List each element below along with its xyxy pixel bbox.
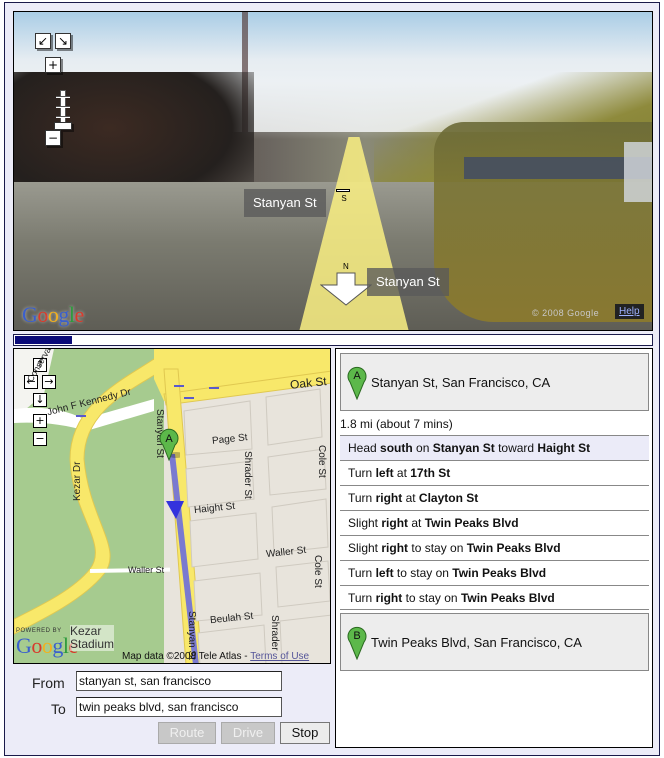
map-label-waller-park: Waller St [128,565,165,575]
direction-step[interactable]: Slight right to stay on Twin Peaks Blvd [340,535,649,560]
from-input[interactable] [76,671,282,691]
step-emphasis: south [380,441,413,455]
step-emphasis: Twin Peaks Blvd [460,591,555,605]
step-text: Turn [348,591,376,605]
step-emphasis: left [375,566,394,580]
map-label-cole-bottom: Cole St [312,555,323,588]
map-marker-a-icon[interactable]: A [158,427,180,461]
street-view-panorama[interactable]: ↙ ↘ + − Stanyan St S N Stanyan St Google… [13,11,653,331]
map-google-logo: Google [16,633,78,658]
direction-step[interactable]: Slight right at Twin Peaks Blvd [340,510,649,535]
compass-marker-icon [336,189,350,192]
pan-down-button[interactable]: ↓ [33,393,47,407]
step-emphasis: Haight St [537,441,591,455]
direction-step[interactable]: Head south on Stanyan St toward Haight S… [340,435,649,460]
pano-bus [434,122,652,322]
step-emphasis: 17th St [410,466,451,480]
step-emphasis: Clayton St [418,491,479,505]
step-text: Slight [348,516,382,530]
map-attribution: Map data ©2008 Tele Atlas - Terms of Use [122,651,309,662]
navigate-arrow-icon[interactable] [320,272,372,306]
google-logo: Google [22,302,84,327]
map-label-shrader-bottom: Shrader [269,615,280,651]
map-zoom-out-button[interactable]: − [33,432,47,446]
route-progress-fill [15,336,72,344]
rotate-right-icon: ↘ [57,34,69,48]
from-label: From [32,675,65,691]
rotate-right-button[interactable]: ↘ [55,33,71,49]
help-link[interactable]: Help [615,304,644,319]
svg-text:A: A [165,433,173,445]
end-location[interactable]: B Twin Peaks Blvd, San Francisco, CA [340,613,649,671]
direction-step[interactable]: Turn right at Clayton St [340,485,649,510]
pano-bus-window [624,142,652,202]
sv-zoom-tick [56,106,70,108]
rotate-left-icon: ↙ [37,34,49,48]
direction-step[interactable]: Turn left at 17th St [340,460,649,485]
map-canvas [14,349,330,663]
route-map[interactable]: ↑ ← → ↓ + − Conservatory Oak St John F K… [13,348,331,664]
marker-a-icon: A [347,366,367,400]
step-text: Turn [348,566,376,580]
drive-button[interactable]: Drive [221,722,275,744]
step-text: Head [348,441,381,455]
compass-south-label: S [341,194,347,203]
step-text: to stay on [408,541,467,555]
map-label-cole-top: Cole St [316,445,327,478]
step-emphasis: Twin Peaks Blvd [424,516,519,530]
step-text: to stay on [402,591,461,605]
step-emphasis: left [375,466,394,480]
step-emphasis: right [375,591,403,605]
svg-text:B: B [353,630,360,642]
marker-b-icon: B [347,626,367,660]
end-address: Twin Peaks Blvd, San Francisco, CA [371,635,582,650]
step-emphasis: right [381,541,409,555]
rotate-left-button[interactable]: ↙ [35,33,51,49]
step-emphasis: Twin Peaks Blvd [452,566,547,580]
route-button[interactable]: Route [158,722,216,744]
map-zoom-in-button[interactable]: + [33,414,47,428]
pano-copyright: © 2008 Google [532,308,600,318]
stop-button[interactable]: Stop [280,722,330,744]
step-text: toward [494,441,538,455]
step-text: on [412,441,433,455]
sv-zoom-out-button[interactable]: − [45,130,61,146]
step-text: Turn [348,466,376,480]
map-label-kezar-dr: Kezar Dr [72,461,83,501]
step-emphasis: Twin Peaks Blvd [466,541,561,555]
svg-text:A: A [353,370,361,382]
step-text: Turn [348,491,376,505]
map-label-shrader-top: Shrader St [242,451,253,499]
directions-panel: A Stanyan St, San Francisco, CA 1.8 mi (… [335,348,653,748]
step-text: at [402,491,419,505]
sv-zoom-in-button[interactable]: + [45,57,61,73]
sv-zoom-slider-thumb[interactable] [54,122,72,130]
direction-step[interactable]: Turn left to stay on Twin Peaks Blvd [340,560,649,585]
compass-north-label: N [343,262,349,271]
to-label: To [51,701,66,717]
map-data-text: Map data ©2008 Tele Atlas - [122,651,251,662]
step-text: at [408,516,425,530]
to-input[interactable] [76,697,282,717]
direction-step[interactable]: Turn right to stay on Twin Peaks Blvd [340,585,649,610]
pan-right-button[interactable]: → [42,375,56,389]
step-emphasis: right [375,491,403,505]
map-label-kezar-stadium: Kezar Stadium [70,624,115,651]
street-label-backward[interactable]: Stanyan St [367,268,449,296]
terms-of-use-link[interactable]: Terms of Use [250,651,309,662]
route-progress-bar [13,334,653,346]
step-text: to stay on [393,566,453,580]
start-address: Stanyan St, San Francisco, CA [371,375,551,390]
sv-zoom-tick [56,96,70,98]
step-text: Slight [348,541,382,555]
route-summary: 1.8 mi (about 7 mins) [340,417,453,431]
step-emphasis: Stanyan St [432,441,495,455]
step-emphasis: right [381,516,409,530]
direction-steps: Head south on Stanyan St toward Haight S… [340,435,649,610]
start-location[interactable]: A Stanyan St, San Francisco, CA [340,353,649,411]
street-label-forward[interactable]: Stanyan St [244,189,326,217]
sv-zoom-tick [56,116,70,118]
step-text: at [393,466,411,480]
